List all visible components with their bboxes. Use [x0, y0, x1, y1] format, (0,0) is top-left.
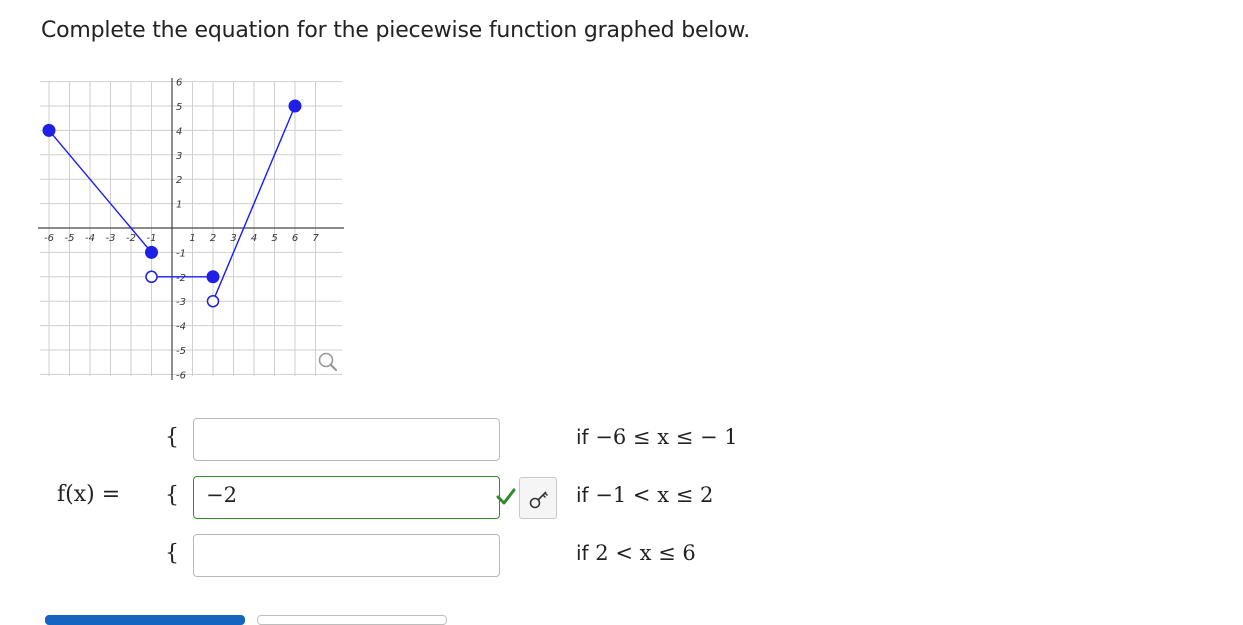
brace-row-1: {	[165, 425, 179, 450]
checkmark-icon	[496, 488, 516, 505]
condition-math: 2 < x ≤ 6	[595, 541, 696, 565]
x-tick-label: 7	[312, 233, 319, 244]
filled-point	[288, 99, 302, 113]
y-tick-label: -6	[176, 370, 186, 380]
x-tick-label: 2	[210, 233, 216, 244]
condition-row-3: if 2 < x ≤ 6	[576, 541, 696, 565]
x-tick-label: 4	[251, 233, 257, 244]
y-tick-label: 2	[176, 175, 182, 186]
x-tick-label: -5	[65, 233, 75, 244]
x-tick-label: -4	[85, 233, 95, 244]
x-tick-label: -6	[44, 233, 54, 244]
y-tick-label: -3	[176, 297, 186, 308]
y-tick-label: -4	[176, 322, 186, 333]
answer-input-row-3[interactable]	[193, 534, 500, 577]
brace-row-2: {	[165, 483, 179, 508]
y-tick-label: -5	[176, 346, 186, 357]
answer-input-row-1[interactable]	[193, 418, 500, 461]
condition-row-2: if −1 < x ≤ 2	[576, 483, 713, 507]
condition-if-label: if	[576, 425, 589, 449]
key-icon	[529, 491, 548, 509]
x-tick-label: 3	[230, 233, 236, 244]
magnifier-icon[interactable]	[318, 352, 338, 372]
filled-point	[42, 123, 56, 137]
question-prompt: Complete the equation for the piecewise …	[41, 18, 751, 43]
condition-if-label: if	[576, 483, 589, 507]
filled-point	[206, 270, 220, 284]
answer-input-row-2[interactable]: −2	[193, 476, 500, 519]
key-button[interactable]	[519, 477, 557, 519]
y-tick-label: 6	[176, 78, 182, 89]
x-tick-label: -1	[147, 233, 157, 244]
x-tick-label: -2	[126, 233, 136, 244]
x-tick-label: 6	[292, 233, 298, 244]
y-tick-label: 4	[176, 126, 182, 137]
filled-point	[145, 245, 158, 259]
y-tick-label: 5	[176, 102, 182, 113]
x-tick-label: 1	[189, 233, 195, 244]
x-tick-label: 5	[271, 233, 277, 244]
function-lhs: f(x) =	[57, 482, 121, 507]
y-tick-label: 3	[176, 151, 182, 162]
y-tick-label: -2	[176, 273, 186, 284]
condition-math: −6 ≤ x ≤ − 1	[595, 425, 738, 449]
x-tick-label: -3	[106, 233, 116, 244]
condition-row-1: if −6 ≤ x ≤ − 1	[576, 425, 738, 449]
open-point	[206, 294, 220, 308]
y-tick-label: 1	[176, 200, 182, 211]
y-tick-label: -1	[176, 248, 186, 259]
open-point	[145, 270, 158, 284]
condition-math: −1 < x ≤ 2	[595, 483, 714, 507]
condition-if-label: if	[576, 541, 589, 565]
submit-button[interactable]	[45, 615, 245, 625]
piecewise-graph: -7-6-5-4-3-2-11234567654321-1-2-3-4-5-6	[38, 78, 344, 380]
brace-row-3: {	[165, 541, 179, 566]
secondary-button[interactable]	[257, 615, 447, 625]
